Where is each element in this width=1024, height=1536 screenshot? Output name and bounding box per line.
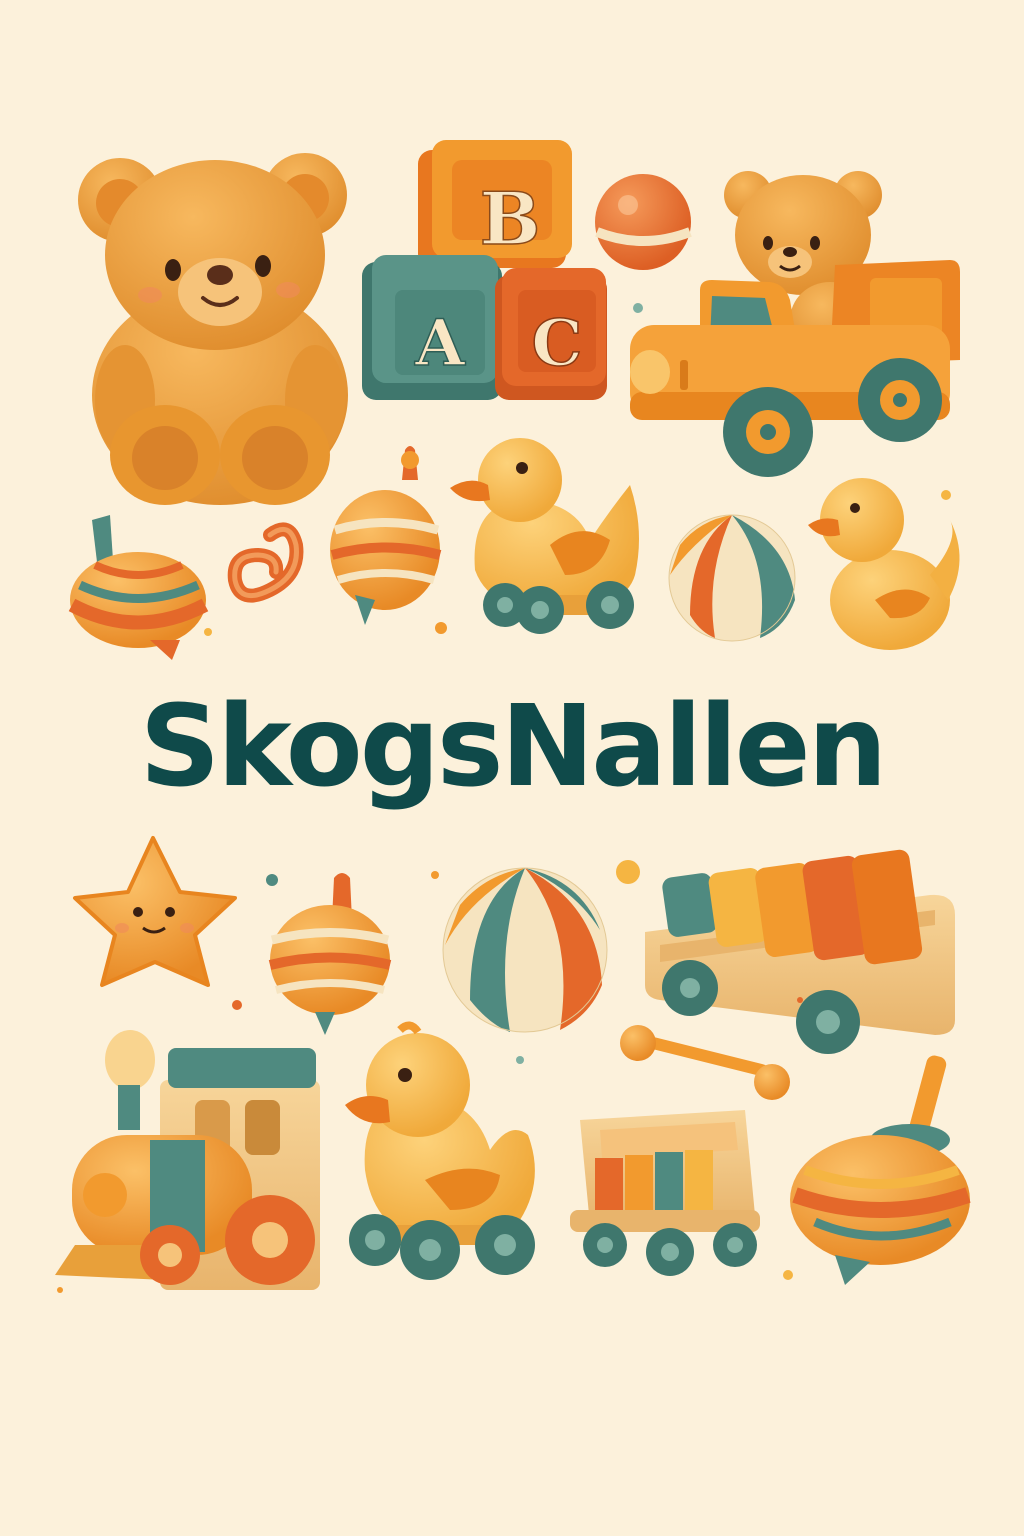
block-letter-c: C — [532, 306, 583, 381]
beach-ball-icon — [668, 514, 796, 642]
rubber-duck-icon — [808, 478, 960, 650]
mallet-icon — [620, 1025, 790, 1100]
toy-wagon-icon — [570, 1110, 760, 1276]
spinning-top-icon — [68, 515, 209, 660]
duck-on-wheels-icon — [450, 438, 639, 634]
spinning-top-icon — [268, 873, 392, 1035]
teddy-bear-icon — [78, 153, 348, 505]
star-icon — [73, 836, 237, 987]
block-letter-b: B — [480, 176, 541, 261]
spinning-top-icon — [330, 446, 442, 625]
swirl-icon — [227, 522, 304, 603]
xylophone-cart-icon — [645, 849, 955, 1054]
beach-ball-icon — [442, 867, 608, 1033]
poster: B A C SkogsNallen — [0, 0, 1024, 1536]
ball-icon — [595, 174, 692, 270]
block-letter-a: A — [414, 306, 466, 381]
toy-train-icon — [55, 1030, 320, 1290]
duck-on-wheels-icon — [345, 1021, 535, 1280]
brand-title: SkogsNallen — [139, 682, 888, 812]
spinning-top-icon — [790, 1055, 971, 1285]
